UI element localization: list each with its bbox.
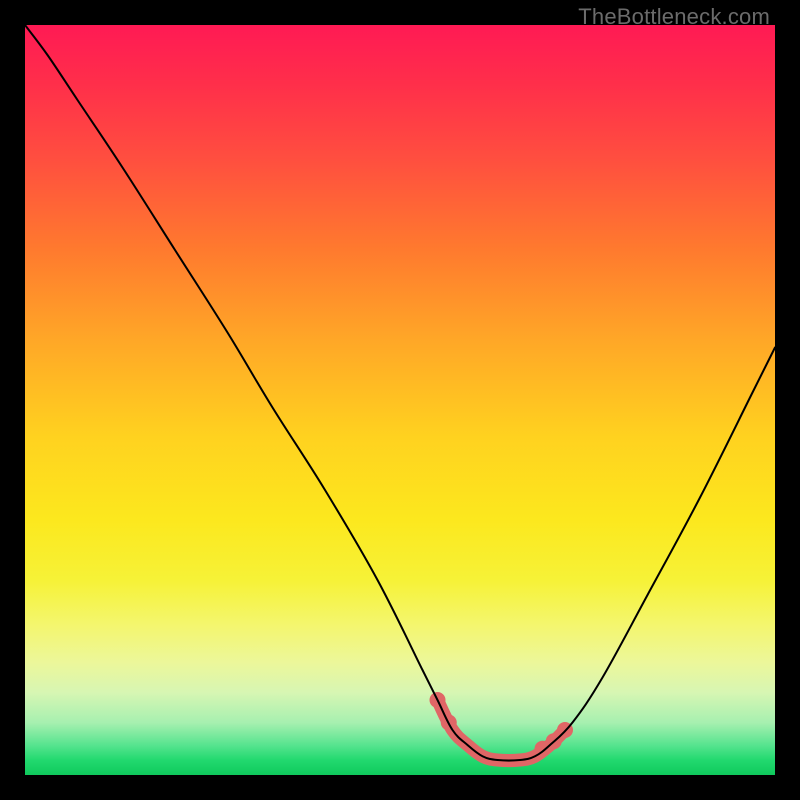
chart-svg bbox=[25, 25, 775, 775]
chart-frame: TheBottleneck.com bbox=[0, 0, 800, 800]
plot-area bbox=[25, 25, 775, 775]
highlight-dots bbox=[430, 692, 574, 757]
main-curve bbox=[25, 25, 775, 761]
